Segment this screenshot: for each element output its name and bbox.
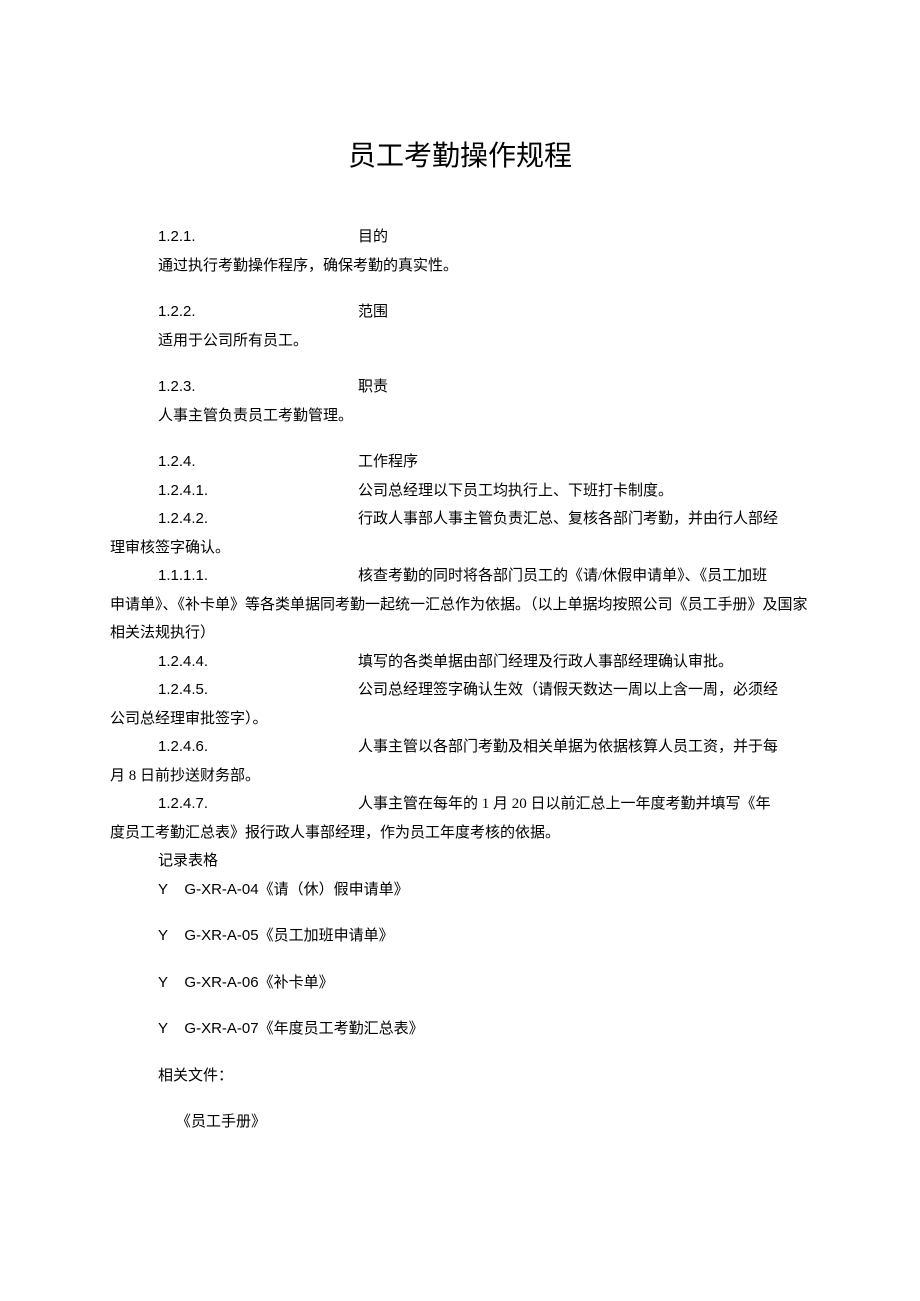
item-text: 人事主管在每年的 1 月 20 日以前汇总上一年度考勤并填写《年 (358, 790, 771, 819)
section-number: 1.2.1. (158, 223, 358, 252)
related-label: 相关文件： (158, 1062, 810, 1091)
procedure-item-7-cont: 度员工考勤汇总表》报行政人事部经理，作为员工年度考核的依据。 (110, 819, 810, 848)
procedure-item-2: 1.2.4.2. 行政人事部人事主管负责汇总、复核各部门考勤，并由行人部经 (158, 505, 810, 534)
procedure-item-1: 1.2.4.1. 公司总经理以下员工均执行上、下班打卡制度。 (158, 477, 810, 506)
item-number: 1.2.4.6. (158, 733, 358, 762)
section-number: 1.2.2. (158, 298, 358, 327)
record-item-4: Y G-XR-A-07《年度员工考勤汇总表》 (158, 1015, 810, 1044)
item-text: 公司总经理签字确认生效（请假天数达一周以上含一周，必须经 (358, 676, 778, 705)
section-number: 1.2.4. (158, 448, 358, 477)
records-label: 记录表格 (158, 847, 810, 876)
related-doc: 《员工手册》 (176, 1108, 810, 1137)
procedure-item-7: 1.2.4.7. 人事主管在每年的 1 月 20 日以前汇总上一年度考勤并填写《… (158, 790, 810, 819)
item-text: 公司总经理以下员工均执行上、下班打卡制度。 (358, 477, 673, 506)
section-heading: 范围 (358, 298, 388, 327)
section-purpose-row: 1.2.1. 目的 (158, 223, 810, 252)
procedure-item-2-cont: 理审核签字确认。 (110, 534, 810, 563)
section-duty-row: 1.2.3. 职责 (158, 373, 810, 402)
section-scope-body: 适用于公司所有员工。 (158, 327, 810, 356)
item-text: 人事主管以各部门考勤及相关单据为依据核算人员工资，并于每 (358, 733, 778, 762)
section-number: 1.2.3. (158, 373, 358, 402)
item-text: 行政人事部人事主管负责汇总、复核各部门考勤，并由行人部经 (358, 505, 778, 534)
procedure-item-5: 1.2.4.5. 公司总经理签字确认生效（请假天数达一周以上含一周，必须经 (158, 676, 810, 705)
section-procedure-row: 1.2.4. 工作程序 (158, 448, 810, 477)
document-title: 员工考勤操作规程 (110, 130, 810, 183)
procedure-item-6: 1.2.4.6. 人事主管以各部门考勤及相关单据为依据核算人员工资，并于每 (158, 733, 810, 762)
procedure-item-1111-cont: 申请单》、《补卡单》等各类单据同考勤一起统一汇总作为依据。（以上单据均按照公司《… (110, 591, 810, 648)
procedure-item-5-cont: 公司总经理审批签字）。 (110, 705, 810, 734)
section-heading: 目的 (358, 223, 388, 252)
item-number: 1.2.4.7. (158, 790, 358, 819)
item-text: 填写的各类单据由部门经理及行政人事部经理确认审批。 (358, 648, 733, 677)
item-number: 1.2.4.1. (158, 477, 358, 506)
item-number: 1.2.4.4. (158, 648, 358, 677)
section-scope-row: 1.2.2. 范围 (158, 298, 810, 327)
item-number: 1.1.1.1. (158, 562, 358, 591)
item-text: 核查考勤的同时将各部门员工的《请/休假申请单》、《员工加班 (358, 562, 767, 591)
item-number: 1.2.4.5. (158, 676, 358, 705)
section-heading: 工作程序 (358, 448, 418, 477)
record-item-2: Y G-XR-A-05《员工加班申请单》 (158, 922, 810, 951)
procedure-item-1111: 1.1.1.1. 核查考勤的同时将各部门员工的《请/休假申请单》、《员工加班 (158, 562, 810, 591)
section-purpose-body: 通过执行考勤操作程序，确保考勤的真实性。 (158, 252, 810, 281)
section-heading: 职责 (358, 373, 388, 402)
item-number: 1.2.4.2. (158, 505, 358, 534)
record-item-1: Y G-XR-A-04《请（休）假申请单》 (158, 876, 810, 905)
document-page: 员工考勤操作规程 1.2.1. 目的 通过执行考勤操作程序，确保考勤的真实性。 … (0, 0, 920, 1301)
section-duty-body: 人事主管负责员工考勤管理。 (158, 402, 810, 431)
procedure-item-4: 1.2.4.4. 填写的各类单据由部门经理及行政人事部经理确认审批。 (158, 648, 810, 677)
record-item-3: Y G-XR-A-06《补卡单》 (158, 969, 810, 998)
procedure-item-6-cont: 月 8 日前抄送财务部。 (110, 762, 810, 791)
